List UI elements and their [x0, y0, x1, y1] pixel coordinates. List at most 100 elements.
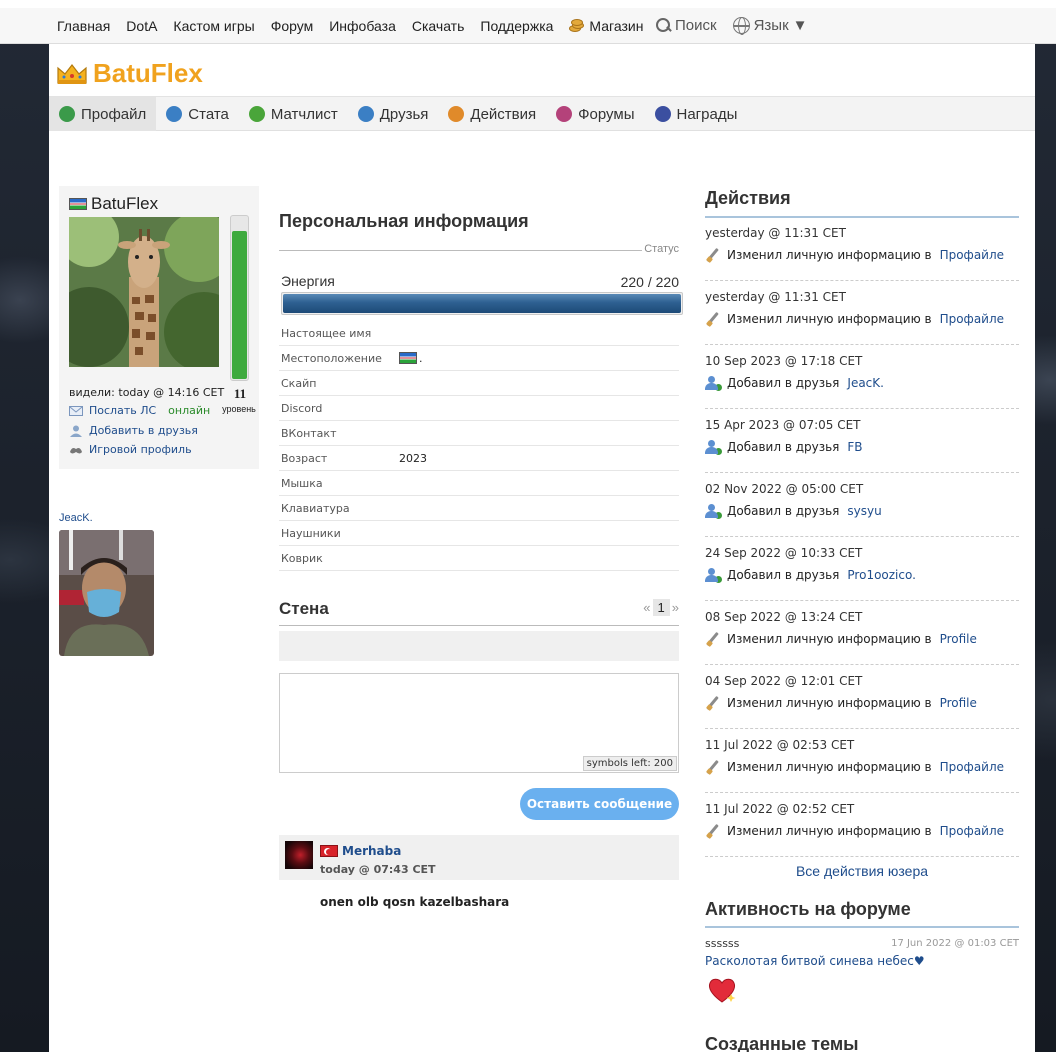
nav-custom-games[interactable]: Кастом игры [173, 18, 254, 34]
action-item: yesterday @ 11:31 CET Изменил личную инфо… [705, 217, 1019, 281]
profile-panel: BatuFlex Профайл Стата Матчлист Друзья Д… [49, 44, 1035, 1052]
search-label: Поиск [675, 17, 717, 34]
action-item: 15 Apr 2023 @ 07:05 CET Добавил в друзья F… [705, 409, 1019, 473]
status-divider [279, 250, 679, 251]
tab-forums[interactable]: Форумы [546, 97, 644, 131]
action-link[interactable]: FB [847, 440, 862, 454]
info-key: Возраст [281, 451, 328, 465]
send-pm-link[interactable]: Послать ЛС [89, 404, 156, 417]
post-message-button[interactable]: Оставить сообщение [520, 788, 679, 820]
action-time: 02 Nov 2022 @ 05:00 CET [705, 482, 864, 496]
tab-matchlist[interactable]: Матчлист [239, 97, 348, 131]
action-time: 11 Jul 2022 @ 02:53 CET [705, 738, 855, 752]
tab-awards[interactable]: Награды [645, 97, 748, 131]
tab-friends[interactable]: Друзья [348, 97, 439, 131]
action-link[interactable]: JeacK. [847, 376, 884, 390]
wrench-icon [705, 631, 721, 647]
action-item: 02 Nov 2022 @ 05:00 CET Добавил в друзья s… [705, 473, 1019, 537]
forum-post-date: 17 Jun 2022 @ 01:03 CET [891, 938, 1019, 949]
action-text: Изменил личную информацию в [727, 760, 932, 774]
info-key: Местоположение [281, 351, 382, 365]
action-description: Добавил в друзья Pro1oozico. [705, 567, 916, 583]
action-link[interactable]: Профайле [940, 824, 1004, 838]
wall-divider [279, 625, 679, 626]
action-link[interactable]: Pro1oozico. [847, 568, 916, 582]
nav-download[interactable]: Скачать [412, 18, 465, 34]
post-author-name[interactable]: Merhaba [342, 844, 401, 858]
post-author-avatar[interactable] [285, 841, 313, 869]
level-label: уровень [222, 404, 256, 414]
action-description: Добавил в друзья sysyu [705, 503, 882, 519]
gamepad-icon [70, 447, 82, 453]
action-text: Изменил личную информацию в [727, 248, 932, 262]
info-row-mousepad: Коврик [279, 546, 679, 571]
action-description: Изменил личную информацию в Профайле [705, 759, 1004, 775]
tab-stats-label: Стата [188, 105, 229, 123]
info-key: ВКонтакт [281, 426, 337, 440]
tab-stats[interactable]: Стата [156, 97, 239, 131]
action-time: 15 Apr 2023 @ 07:05 CET [705, 418, 861, 432]
nav-forum[interactable]: Форум [271, 18, 314, 34]
nav-support[interactable]: Поддержка [480, 18, 553, 34]
nav-shop[interactable]: Магазин [569, 18, 643, 34]
profile-icon [59, 106, 75, 122]
info-key: Клавиатура [281, 501, 350, 515]
action-item: 04 Sep 2022 @ 12:01 CET Изменил личную ин… [705, 665, 1019, 729]
action-text: Изменил личную информацию в [727, 696, 932, 710]
nav-home[interactable]: Главная [57, 18, 110, 34]
wrench-icon [705, 247, 721, 263]
info-key: Коврик [281, 551, 323, 565]
pagination-page[interactable]: 1 [652, 599, 670, 616]
game-profile-link[interactable]: Игровой профиль [89, 443, 192, 456]
info-row-keyboard: Клавиатура [279, 496, 679, 521]
pagination-prev[interactable]: « [643, 600, 650, 615]
action-item: 10 Sep 2023 @ 17:18 CET Добавил в друзья J… [705, 345, 1019, 409]
action-link[interactable]: sysyu [847, 504, 881, 518]
search-button[interactable]: Поиск [656, 17, 717, 34]
pagination-next[interactable]: » [672, 600, 679, 615]
action-description: Изменил личную информацию в Profile [705, 631, 977, 647]
action-item: 24 Sep 2022 @ 10:33 CET Добавил в друзья P… [705, 537, 1019, 601]
info-row-age: Возраст 2023 [279, 446, 679, 471]
profile-card: BatuFlex 11 уровень видели: today @ 14:1… [59, 186, 259, 469]
add-friend-icon [705, 439, 722, 455]
forum-topic-link[interactable]: Расколотая битвой синева небес♥ [705, 954, 925, 968]
send-pm-row: Послать ЛС онлайн [69, 404, 210, 417]
energy-label: Энергия [281, 273, 335, 289]
forums-icon [556, 106, 573, 122]
add-friend-row: Добавить в друзья [69, 424, 198, 437]
info-row-skype: Скайп [279, 371, 679, 396]
post-text: onen olb qosn kazelbashara [320, 895, 510, 909]
action-item: 11 Jul 2022 @ 02:52 CET Изменил личную ин… [705, 793, 1019, 857]
last-seen: видели: today @ 14:16 CET [69, 386, 225, 399]
tab-actions[interactable]: Действия [438, 97, 546, 131]
tab-profile[interactable]: Профайл [49, 97, 157, 131]
stats-icon [166, 106, 183, 122]
personal-info-heading: Персональная информация [279, 211, 529, 231]
action-text: Добавил в друзья [727, 376, 840, 390]
info-row-vkontakte: ВКонтакт [279, 421, 679, 446]
action-link[interactable]: Профайле [940, 312, 1004, 326]
nav-dota[interactable]: DotA [126, 18, 157, 34]
friend-name[interactable]: JeacK. [59, 512, 93, 524]
info-row-real-name: Настоящее имя [279, 321, 679, 346]
wall-post-header: Merhaba today @ 07:43 CET [279, 835, 679, 880]
add-friend-link[interactable]: Добавить в друзья [89, 424, 198, 437]
action-link[interactable]: Profile [940, 632, 977, 646]
all-actions-link[interactable]: Все действия юзера [705, 863, 1019, 879]
game-profile-row: Игровой профиль [69, 443, 192, 456]
action-time: 11 Jul 2022 @ 02:52 CET [705, 802, 855, 816]
nav-infobase[interactable]: Инфобаза [329, 18, 396, 34]
top-navigation: Главная DotA Кастом игры Форум Инфобаза … [0, 0, 1056, 44]
action-link[interactable]: Профайле [940, 760, 1004, 774]
language-selector[interactable]: Язык ▼ [732, 17, 808, 35]
info-key: Наушники [281, 526, 341, 540]
action-description: Изменил личную информацию в Профайле [705, 247, 1004, 263]
action-description: Добавил в друзья FB [705, 439, 863, 455]
wall-pagination: « 1 » [643, 599, 679, 616]
action-link[interactable]: Профайле [940, 248, 1004, 262]
action-time: yesterday @ 11:31 CET [705, 226, 846, 240]
friend-avatar[interactable] [59, 530, 154, 656]
action-link[interactable]: Profile [940, 696, 977, 710]
friends-icon [357, 106, 374, 122]
